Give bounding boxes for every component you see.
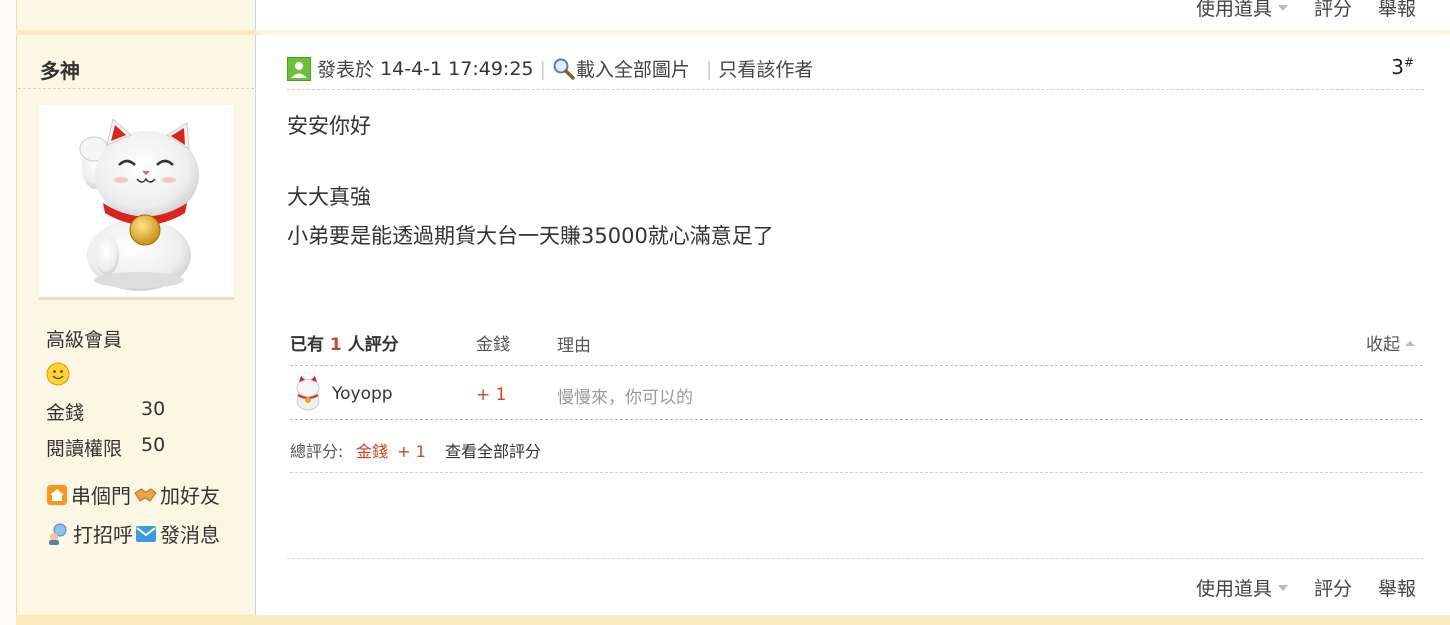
divider [18,88,254,89]
visit-link[interactable]: 串個門 [46,480,131,509]
prev-post-actions: 使用道具 評分 舉報 [1196,0,1416,21]
stat-read-permission: 閱讀權限 50 [46,434,165,461]
rating-summary: 總評分: 金錢 + 1 查看全部評分 [290,420,1423,473]
stat-value: 30 [141,398,166,420]
chevron-up-icon [1405,340,1415,346]
stat-label: 金錢 [46,402,85,424]
view-all-ratings-link[interactable]: 查看全部評分 [445,438,541,462]
handshake-icon [134,487,157,502]
report-button[interactable]: 舉報 [1378,574,1416,601]
collapse-button[interactable]: 收起 [1366,330,1419,355]
stat-value: 50 [141,434,166,456]
user-rank: 高級會員 [46,329,123,351]
collapse-label: 收起 [1366,335,1400,355]
message-link[interactable]: 發消息 [135,519,220,548]
use-tool-label: 使用道具 [1195,578,1272,600]
post-line: 大大真強 [287,185,371,209]
message-label: 發消息 [160,523,220,547]
rating-count: 已有 1 人評分 [290,330,399,355]
use-tool-button[interactable]: 使用道具 [1196,0,1288,21]
total-money: 金錢 + 1 [356,438,426,462]
chevron-down-icon [1277,4,1288,11]
rater-money: + 1 [476,385,507,405]
column-money: 金錢 [476,335,510,355]
posted-prefix: 發表於 [317,59,375,81]
floor-mark: # [1403,55,1414,70]
rate-button[interactable]: 評分 [1314,0,1352,21]
greet-icon [49,523,67,545]
greet-link[interactable]: 打招呼 [46,519,133,548]
online-status-icon [287,56,311,81]
post-line: 安安你好 [287,114,371,138]
rater-reason: 慢慢來，你可以的 [557,388,693,408]
stat-label: 閱讀權限 [46,438,123,460]
post-header: 發表於 14-4-1 17:49:25 | 載入全部圖片 | 只看該作者 3# [287,55,1424,90]
left-gutter [0,0,16,625]
add-friend-link[interactable]: 加好友 [133,480,220,509]
column-reason: 理由 [557,336,591,356]
visit-label: 串個門 [71,484,131,508]
use-tool-button[interactable]: 使用道具 [1196,574,1288,601]
rating-header: 已有 1 人評分 金錢 理由 收起 [290,330,1423,366]
divider: | [705,57,713,80]
rate-button[interactable]: 評分 [1314,574,1352,601]
add-friend-label: 加好友 [160,484,220,508]
chevron-down-icon [1277,584,1288,591]
user-links-row-1: 串個門 加好友 [46,480,222,509]
signature-divider [287,558,1424,559]
post-line: 小弟要是能透過期貨大台一天賺35000就心滿意足了 [287,224,774,248]
rating-count-value: 1 [329,335,342,355]
author-name[interactable]: 多神 [40,55,80,84]
greet-label: 打招呼 [73,523,133,547]
smiley-icon [46,362,70,390]
avatar[interactable] [39,105,234,300]
floor-number[interactable]: 3# [1391,55,1414,79]
only-author-link[interactable]: 只看該作者 [718,55,813,82]
floor-value: 3 [1391,55,1404,79]
rater-avatar[interactable] [294,375,322,411]
home-icon [47,484,67,505]
rating-prefix: 已有 [290,335,324,355]
load-images-link[interactable]: 載入全部圖片 [552,55,690,82]
post-separator-main [257,30,1450,35]
magnifier-icon [553,58,575,80]
divider: | [539,57,546,80]
total-money-value: + 1 [397,442,426,461]
rating-row: Yoyopp + 1 慢慢來，你可以的 [290,366,1423,420]
report-button[interactable]: 舉報 [1378,0,1416,21]
rating-suffix: 人評分 [347,335,399,355]
posted-time: 14-4-1 17:49:25 [380,57,534,80]
rater-name[interactable]: Yoyopp [332,384,393,404]
load-images-label: 載入全部圖片 [575,59,690,81]
stat-money: 金錢 30 [46,398,165,425]
use-tool-label: 使用道具 [1195,0,1272,20]
user-links-row-2: 打招呼 發消息 [46,519,222,548]
lucky-cat-image [79,118,199,291]
total-label: 總評分: [290,442,344,461]
post-actions: 使用道具 評分 舉報 [1196,574,1416,601]
envelope-icon [136,525,156,542]
total-money-label: 金錢 [356,442,389,461]
post-separator-bottom [16,615,1450,625]
